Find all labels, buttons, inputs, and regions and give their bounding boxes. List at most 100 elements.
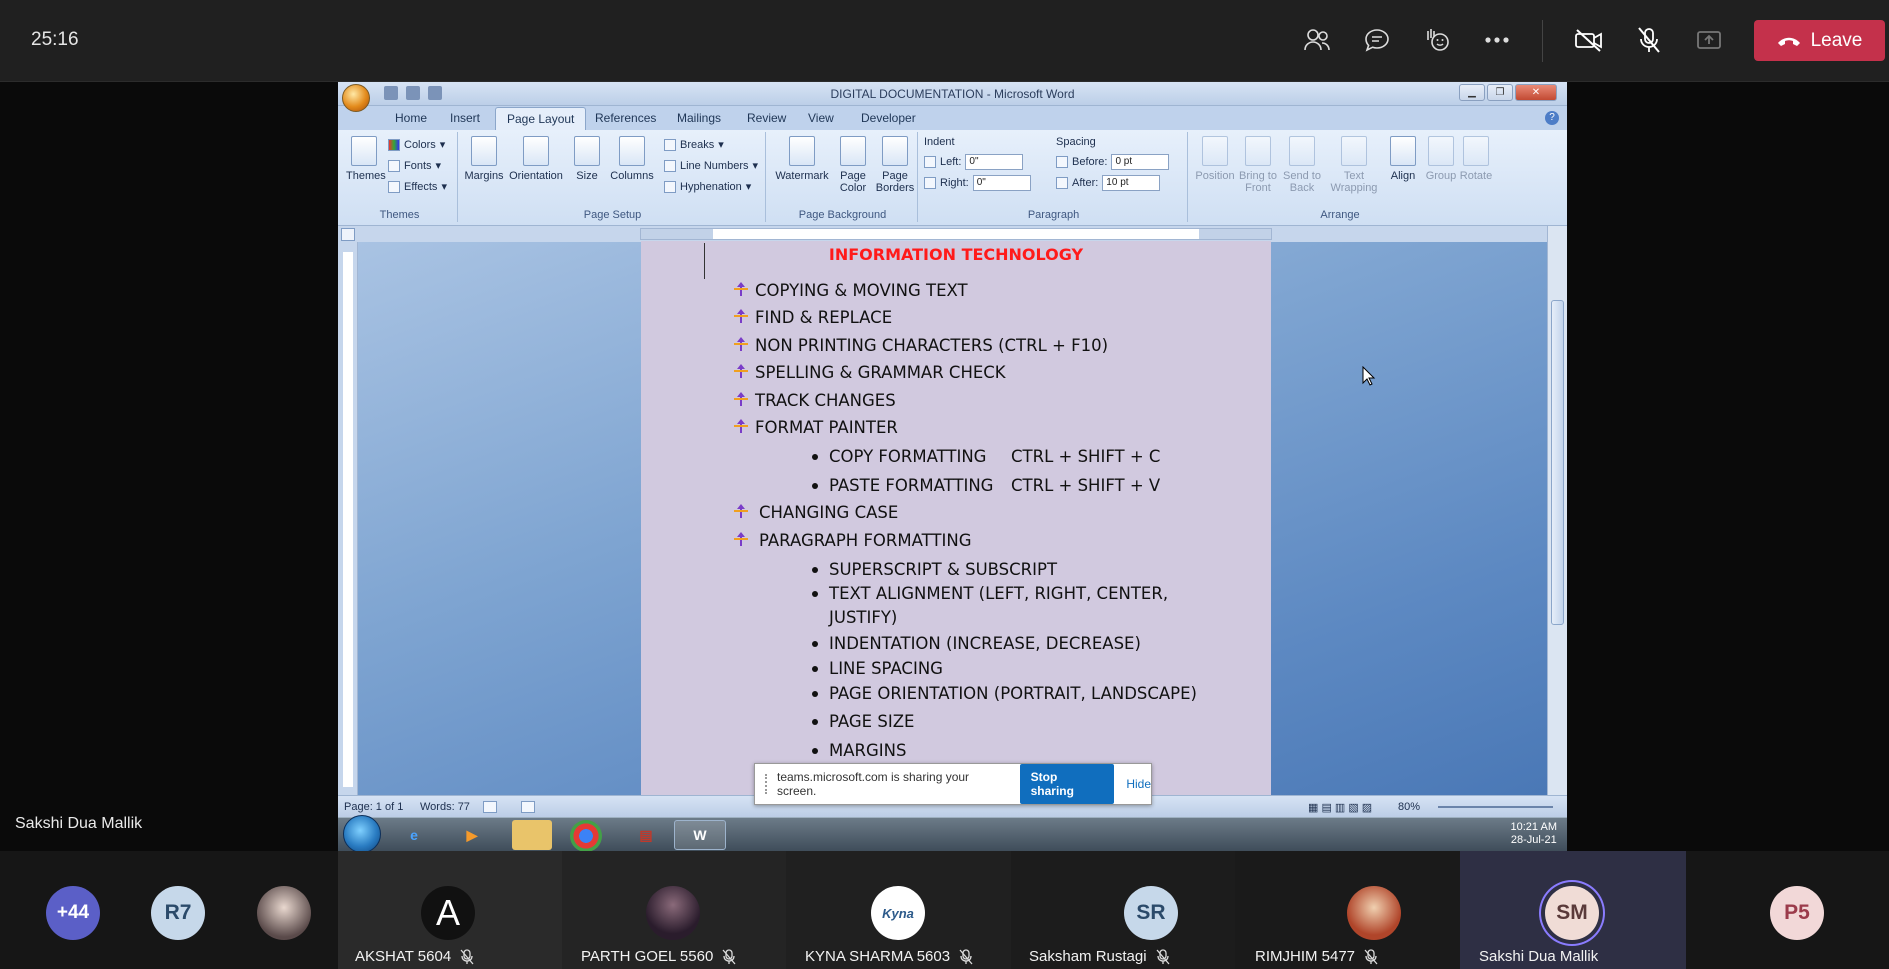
rotate-icon <box>1463 136 1489 166</box>
send-to-back-button[interactable]: Send to Back <box>1282 136 1322 194</box>
shared-screen: DIGITAL DOCUMENTATION - Microsoft Word ▁… <box>338 82 1567 851</box>
spacing-before-spinner[interactable]: 0 pt <box>1111 154 1170 170</box>
size-button[interactable]: Size <box>572 136 602 182</box>
tab-references[interactable]: References <box>595 111 656 125</box>
spacing-after-spinner[interactable]: 10 pt <box>1102 175 1161 191</box>
windows-start-button[interactable] <box>343 815 381 851</box>
text-wrapping-button[interactable]: Text Wrapping <box>1328 136 1380 194</box>
close-button[interactable]: ✕ <box>1515 84 1557 101</box>
rotate-button[interactable]: Rotate <box>1458 136 1494 182</box>
participant-tile[interactable]: Kyna KYNA SHARMA 5603 <box>786 851 1011 969</box>
window-title: DIGITAL DOCUMENTATION - Microsoft Word <box>830 87 1075 101</box>
chrome-icon[interactable] <box>570 820 602 851</box>
page-background-group-label: Page Background <box>798 209 887 221</box>
page-count[interactable]: Page: 1 of 1 <box>344 801 403 813</box>
document-page[interactable]: INFORMATION TECHNOLOGY COPYING & MOVING … <box>641 241 1271 795</box>
participant-tile[interactable]: SR Saksham Rustagi <box>1011 851 1235 969</box>
colors-icon <box>388 138 400 151</box>
tab-insert[interactable]: Insert <box>450 111 480 125</box>
vertical-scrollbar[interactable] <box>1547 226 1567 795</box>
participant-name: KYNA SHARMA 5603 <box>805 948 973 965</box>
ruler-left-margin <box>641 229 713 239</box>
chat-button[interactable] <box>1359 22 1395 58</box>
page-setup-group-label: Page Setup <box>583 209 642 221</box>
horizontal-ruler[interactable] <box>640 228 1272 240</box>
margins-button[interactable]: Margins <box>464 136 504 182</box>
window-controls: ▁ ❐ ✕ <box>1459 84 1557 101</box>
tab-mailings[interactable]: Mailings <box>677 111 721 125</box>
page-color-button[interactable]: Page Color <box>834 136 872 194</box>
orientation-button[interactable]: Orientation <box>506 136 566 182</box>
participants-button[interactable] <box>1299 22 1335 58</box>
word-count[interactable]: Words: 77 <box>420 801 470 813</box>
tab-page-layout[interactable]: Page Layout <box>495 107 587 130</box>
bring-to-front-button[interactable]: Bring to Front <box>1238 136 1278 194</box>
tab-selector[interactable] <box>341 228 355 241</box>
align-icon <box>1390 136 1416 166</box>
participant-tile[interactable]: RIMJHIM 5477 <box>1235 851 1460 969</box>
file-explorer-icon[interactable] <box>512 820 552 850</box>
zoom-slider[interactable] <box>1438 806 1553 808</box>
help-icon[interactable]: ? <box>1545 111 1559 125</box>
tab-view[interactable]: View <box>808 111 834 125</box>
group-button[interactable]: Group <box>1424 136 1458 182</box>
office-button[interactable] <box>342 84 370 112</box>
mic-toggle-button[interactable] <box>1631 22 1667 58</box>
zoom-level[interactable]: 80% <box>1398 801 1420 813</box>
internet-explorer-icon[interactable]: e <box>388 820 440 850</box>
more-participants-button[interactable]: +44 <box>46 886 100 940</box>
proofing-icon[interactable] <box>483 801 497 813</box>
reactions-button[interactable] <box>1419 22 1455 58</box>
tab-home[interactable]: Home <box>395 111 427 125</box>
tab-review[interactable]: Review <box>747 111 786 125</box>
view-buttons[interactable]: ▦ ▤ ▥ ▧ ▨ <box>1308 801 1372 814</box>
columns-button[interactable]: Columns <box>608 136 656 182</box>
effects-button[interactable]: Effects ▾ <box>388 180 447 193</box>
camera-toggle-button[interactable] <box>1571 22 1607 58</box>
participant-tile[interactable]: PARTH GOEL 5560 <box>562 851 786 969</box>
round-bullet <box>812 483 818 489</box>
colors-button[interactable]: Colors ▾ <box>388 138 445 151</box>
watermark-button[interactable]: Watermark <box>772 136 832 182</box>
fonts-button[interactable]: Fonts ▾ <box>388 159 441 172</box>
line-numbers-button[interactable]: Line Numbers ▾ <box>664 159 758 172</box>
macro-record-icon[interactable] <box>521 801 535 813</box>
round-bullet <box>812 591 818 597</box>
word-taskbar-icon[interactable]: W <box>674 820 726 850</box>
ribbon-tabs: Home Insert Page Layout References Maili… <box>338 106 1567 130</box>
mouse-pointer-icon <box>1362 366 1376 386</box>
stop-sharing-button[interactable]: Stop sharing <box>1019 764 1115 804</box>
indent-left-spinner[interactable]: 0" <box>965 154 1024 170</box>
share-tray-button[interactable] <box>1691 22 1727 58</box>
meeting-toolbar: 25:16 Leave <box>0 0 1889 82</box>
list-item: CHANGING CASE <box>759 503 899 522</box>
position-button[interactable]: Position <box>1194 136 1236 182</box>
send-to-back-icon <box>1289 136 1315 166</box>
page-setup-group: Margins Orientation Size Columns Breaks … <box>460 132 766 222</box>
avatar-photo[interactable] <box>257 886 311 940</box>
hide-notice-button[interactable]: Hide <box>1126 777 1151 791</box>
participant-tile[interactable]: A AKSHAT 5604 <box>338 851 562 969</box>
avatar[interactable]: R7 <box>151 886 205 940</box>
page-borders-button[interactable]: Page Borders <box>874 136 916 194</box>
list-item: TRACK CHANGES <box>755 391 896 410</box>
participant-tile-active-speaker[interactable]: SM Sakshi Dua Mallik <box>1460 851 1686 969</box>
indent-left-icon <box>924 156 936 168</box>
system-clock[interactable]: 10:21 AM 28-Jul-21 <box>1511 821 1557 847</box>
drag-handle[interactable] <box>765 774 769 794</box>
indent-right-spinner[interactable]: 0" <box>972 175 1031 191</box>
themes-button[interactable]: Themes <box>346 136 386 182</box>
hyphenation-button[interactable]: Hyphenation ▾ <box>664 180 751 193</box>
winrar-icon[interactable]: ▤ <box>620 820 672 850</box>
align-button[interactable]: Align <box>1386 136 1420 182</box>
avatar[interactable]: P5 <box>1770 886 1824 940</box>
maximize-button[interactable]: ❐ <box>1487 84 1513 101</box>
minimize-button[interactable]: ▁ <box>1459 84 1485 101</box>
more-actions-button[interactable] <box>1479 22 1515 58</box>
scrollbar-thumb[interactable] <box>1551 300 1564 625</box>
leave-button[interactable]: Leave <box>1754 20 1885 61</box>
hang-up-icon <box>1777 37 1800 46</box>
media-player-icon[interactable]: ▶ <box>446 820 498 850</box>
breaks-button[interactable]: Breaks ▾ <box>664 138 724 151</box>
tab-developer[interactable]: Developer <box>861 111 916 125</box>
